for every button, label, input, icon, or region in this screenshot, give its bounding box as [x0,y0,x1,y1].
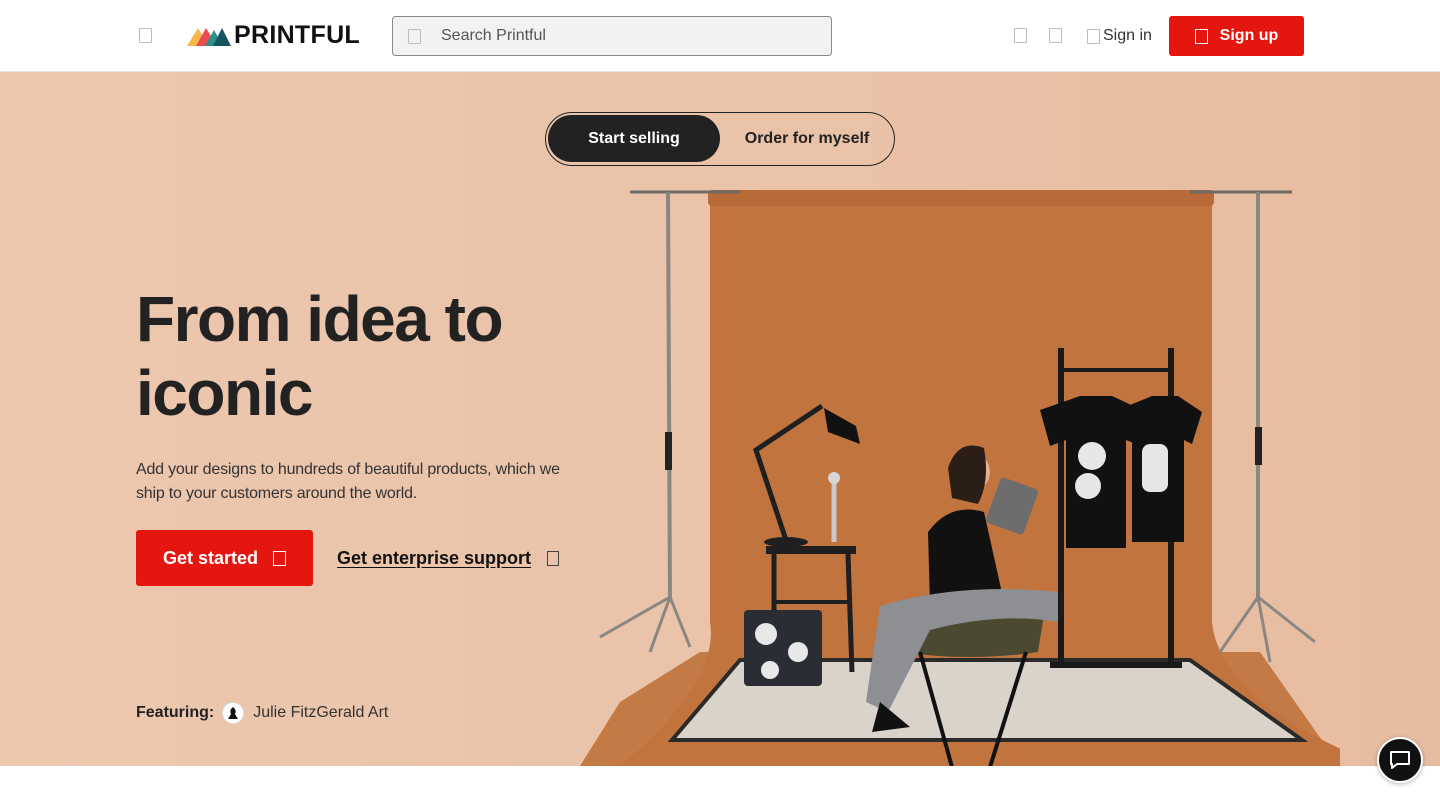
headline-line-2: iconic [136,357,313,429]
chat-button[interactable] [1377,737,1423,783]
hero-illustration [580,190,1340,766]
search-bar[interactable] [392,16,832,56]
selling-mode-toggle: Start selling Order for myself [545,112,895,166]
enterprise-support-link[interactable]: Get enterprise support [337,545,560,571]
start-selling-tab[interactable]: Start selling [548,115,720,162]
menu-icon[interactable] [139,28,152,43]
cart-icon[interactable] [1049,28,1062,43]
user-icon [1087,28,1100,44]
user-plus-icon [1194,28,1208,44]
site-header: PRINTFUL Sign in Sign up [0,0,1440,72]
hero-section: Start selling Order for myself From idea… [0,72,1440,766]
get-started-button[interactable]: Get started [136,530,313,586]
hero-subtext: Add your designs to hundreds of beautifu… [136,461,560,502]
artist-logo-icon [228,707,239,719]
sign-up-label: Sign up [1219,27,1279,44]
artist-name[interactable]: Julie FitzGerald Art [253,704,388,722]
sign-up-button[interactable]: Sign up [1169,16,1304,56]
search-icon [408,29,421,44]
featuring-label: Featuring: [136,704,215,721]
sign-in-link[interactable]: Sign in [1087,24,1152,48]
chat-icon [1390,751,1410,769]
logo-text: PRINTFUL [234,21,360,49]
globe-icon[interactable] [1014,28,1027,43]
artist-avatar[interactable] [222,702,245,724]
headline-line-1: From idea to [136,283,504,355]
get-started-label: Get started [162,547,259,568]
arrow-right-icon [273,550,287,566]
arrow-right-icon [547,550,560,566]
printful-logo[interactable]: PRINTFUL [187,22,360,48]
enterprise-support-label: Get enterprise support [337,547,532,568]
search-input[interactable] [441,17,821,55]
featuring-credit: Featuring: Julie FitzGerald Art [136,700,388,726]
hero-headline: From idea to iconic [136,282,576,430]
logo-mark-icon [187,28,231,46]
sign-in-label: Sign in [1103,27,1152,44]
order-for-myself-tab[interactable]: Order for myself [722,115,892,162]
